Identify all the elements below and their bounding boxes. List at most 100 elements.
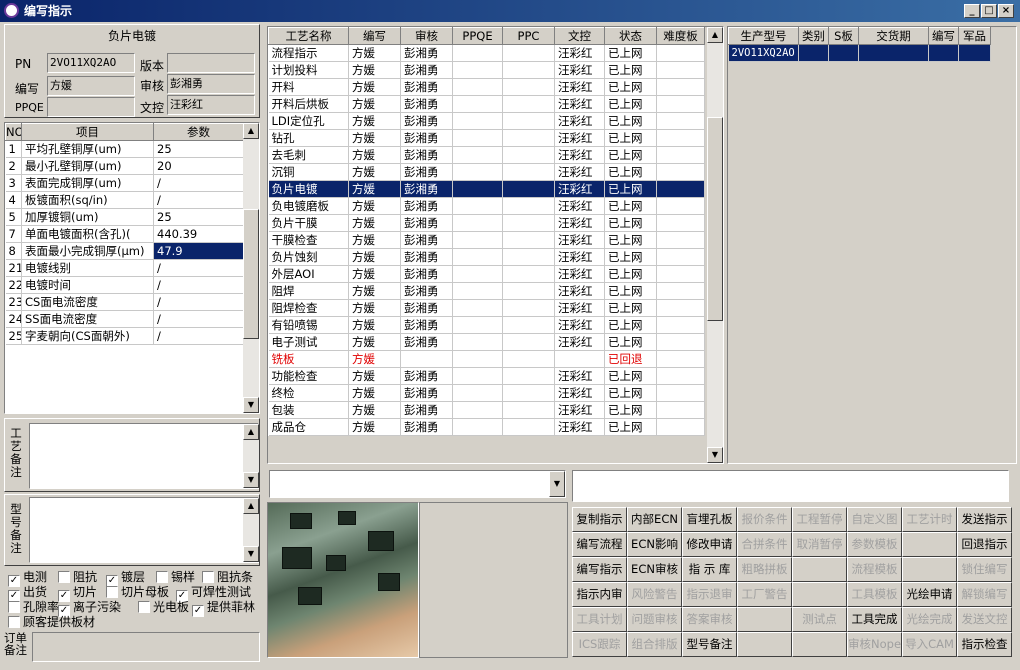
action-button[interactable]: 修改申请 (682, 532, 737, 557)
process-cell[interactable]: 已上网 (604, 367, 657, 385)
process-cell[interactable]: 方媛 (348, 384, 401, 402)
action-button[interactable]: 复制指示 (572, 507, 627, 532)
process-cell[interactable]: 已上网 (604, 299, 657, 317)
process-cell[interactable]: 彭湘勇 (400, 333, 453, 351)
process-cell[interactable]: 沉铜 (268, 163, 349, 181)
process-cell[interactable] (452, 112, 503, 130)
process-cell[interactable]: 已上网 (604, 265, 657, 283)
writer-field[interactable]: 方媛 (47, 76, 135, 96)
process-cell[interactable] (452, 350, 503, 368)
param-cell-value[interactable]: / (153, 327, 244, 345)
process-header[interactable]: 文控 (554, 27, 605, 45)
param-cell-no[interactable]: 21 (5, 259, 22, 277)
process-cell[interactable] (502, 299, 555, 317)
checkbox-icon[interactable] (138, 601, 150, 613)
process-header[interactable]: 工艺名称 (268, 27, 349, 45)
process-cell[interactable] (452, 95, 503, 113)
process-cell[interactable] (656, 248, 705, 266)
process-cell[interactable] (502, 95, 555, 113)
param-header-item[interactable]: 项目 (21, 123, 154, 141)
process-cell[interactable] (452, 146, 503, 164)
process-cell[interactable] (656, 418, 705, 436)
action-button[interactable]: 锁住编写 (957, 557, 1012, 582)
process-cell[interactable] (452, 401, 503, 419)
process-row[interactable]: 阻焊 方媛 彭湘勇 汪彩红 已上网 (268, 282, 705, 300)
product-row[interactable]: 2VO11XQ2AO (728, 44, 991, 62)
process-cell[interactable]: 方媛 (348, 350, 401, 368)
param-cell-value[interactable]: / (153, 310, 244, 328)
product-cell[interactable] (828, 44, 859, 62)
process-cell[interactable]: 方媛 (348, 197, 401, 215)
model-note-textarea[interactable] (29, 497, 259, 563)
param-row[interactable]: 25字麦朝向(CS面朝外)/ (5, 327, 244, 345)
process-cell[interactable] (452, 265, 503, 283)
process-cell[interactable]: 已上网 (604, 44, 657, 62)
doc-control-field[interactable]: 汪彩红 (167, 95, 255, 115)
process-row[interactable]: 阻焊检查 方媛 彭湘勇 汪彩红 已上网 (268, 299, 705, 317)
process-cell[interactable]: 已上网 (604, 95, 657, 113)
process-cell[interactable]: 流程指示 (268, 44, 349, 62)
param-cell-item[interactable]: 加厚镀铜(um) (21, 208, 154, 226)
process-cell[interactable]: 汪彩红 (554, 163, 605, 181)
process-cell[interactable] (452, 61, 503, 79)
param-cell-no[interactable]: 5 (5, 208, 22, 226)
process-header[interactable]: 状态 (604, 27, 657, 45)
process-row[interactable]: 开料 方媛 彭湘勇 汪彩红 已上网 (268, 78, 705, 96)
action-button[interactable]: 工具完成 (847, 607, 902, 632)
process-cell[interactable] (656, 61, 705, 79)
checkbox-icon[interactable] (156, 571, 168, 583)
param-cell-value[interactable]: 25 (153, 208, 244, 226)
action-button[interactable]: 编写流程 (572, 532, 627, 557)
process-cell[interactable]: 已上网 (604, 384, 657, 402)
option-checkbox[interactable]: ✓ 可焊性测试 (176, 585, 251, 602)
process-cell[interactable] (656, 282, 705, 300)
remark-input[interactable] (572, 470, 1009, 502)
checkbox-icon[interactable] (8, 616, 20, 628)
ppqe-field[interactable] (47, 97, 135, 117)
process-cell[interactable]: 已回退 (604, 350, 657, 368)
action-button[interactable]: 问题审核 (627, 607, 682, 632)
process-row[interactable]: 开料后烘板 方媛 彭湘勇 汪彩红 已上网 (268, 95, 705, 113)
process-cell[interactable]: 包装 (268, 401, 349, 419)
param-cell-item[interactable]: 表面最小完成铜厚(μm) (21, 242, 154, 260)
process-cell[interactable]: 汪彩红 (554, 367, 605, 385)
process-cell[interactable] (502, 367, 555, 385)
product-header[interactable]: 生产型号 (728, 27, 799, 45)
param-cell-item[interactable]: 电镀线别 (21, 259, 154, 277)
action-button[interactable]: 指示退审 (682, 582, 737, 607)
process-cell[interactable] (502, 44, 555, 62)
pn-field[interactable]: 2VO11XQ2AO (47, 53, 135, 73)
process-select[interactable]: ▼ (269, 470, 566, 498)
process-cell[interactable]: 汪彩红 (554, 95, 605, 113)
process-row[interactable]: 去毛刺 方媛 彭湘勇 汪彩红 已上网 (268, 146, 705, 164)
process-cell[interactable]: 方媛 (348, 146, 401, 164)
process-cell[interactable]: 汪彩红 (554, 384, 605, 402)
action-button[interactable]: 测试点 (792, 607, 847, 632)
action-button[interactable]: 内部ECN (627, 507, 682, 532)
action-button[interactable]: 工厂警告 (737, 582, 792, 607)
close-button[interactable]: × (998, 4, 1014, 18)
process-cell[interactable]: 汪彩红 (554, 44, 605, 62)
process-cell[interactable]: 汪彩红 (554, 180, 605, 198)
process-cell[interactable]: 方媛 (348, 401, 401, 419)
process-row[interactable]: 钻孔 方媛 彭湘勇 汪彩红 已上网 (268, 129, 705, 147)
product-cell[interactable] (958, 44, 991, 62)
product-header[interactable]: 编写 (928, 27, 959, 45)
process-cell[interactable]: 有铅喷锡 (268, 316, 349, 334)
option-checkbox[interactable]: 顾客提供板材 (8, 615, 95, 629)
process-cell[interactable]: LDI定位孔 (268, 112, 349, 130)
scroll-thumb[interactable] (243, 209, 259, 339)
process-cell[interactable] (656, 214, 705, 232)
process-cell[interactable]: 已上网 (604, 180, 657, 198)
process-cell[interactable]: 彭湘勇 (400, 44, 453, 62)
process-row[interactable]: 流程指示 方媛 彭湘勇 汪彩红 已上网 (268, 44, 705, 62)
process-cell[interactable] (502, 78, 555, 96)
process-cell[interactable]: 已上网 (604, 112, 657, 130)
option-checkbox[interactable]: 孔隙率 (8, 600, 59, 614)
param-cell-item[interactable]: SS面电流密度 (21, 310, 154, 328)
param-row[interactable]: 21电镀线别/ (5, 259, 244, 277)
action-button[interactable] (792, 632, 847, 657)
process-row[interactable]: 计划投料 方媛 彭湘勇 汪彩红 已上网 (268, 61, 705, 79)
process-cell[interactable] (502, 384, 555, 402)
process-cell[interactable]: 负电镀磨板 (268, 197, 349, 215)
